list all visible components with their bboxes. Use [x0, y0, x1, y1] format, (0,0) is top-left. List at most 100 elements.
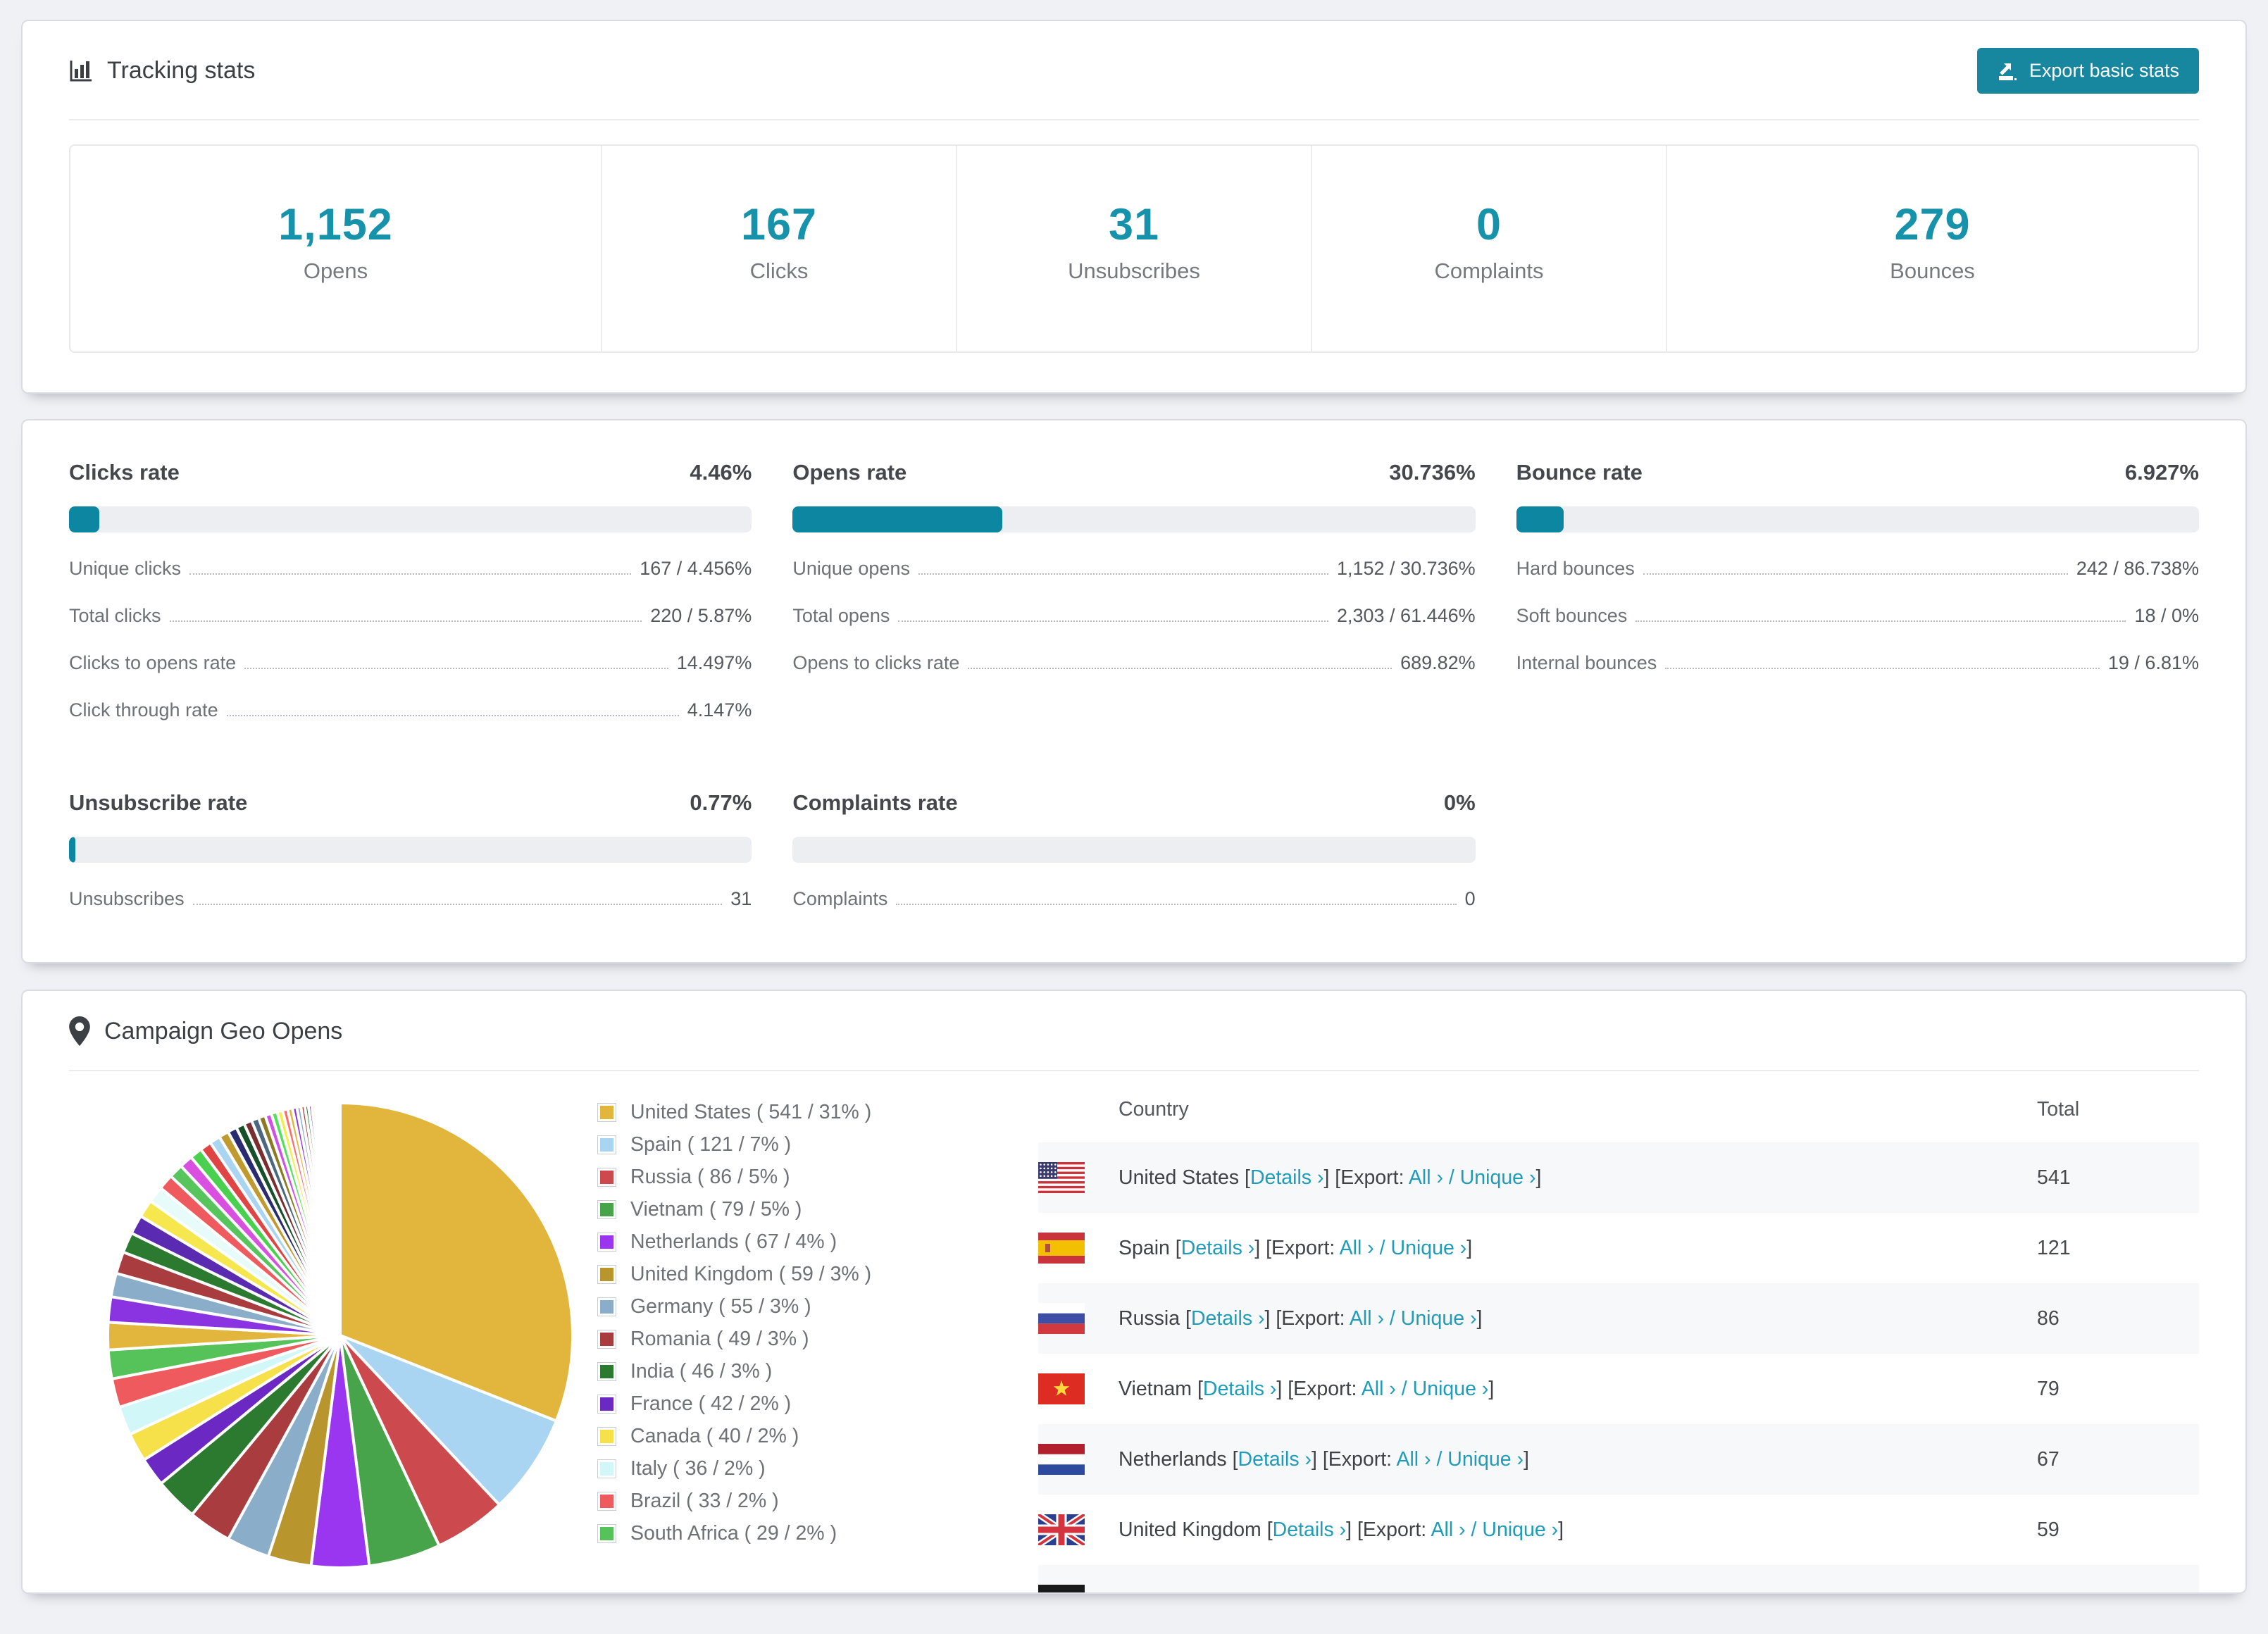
rate-title: Unsubscribe rate [69, 790, 248, 815]
rate-rows: Unique clicks 167 / 4.456% Total clicks 220… [69, 558, 752, 721]
export-all-link[interactable]: All › [1396, 1448, 1431, 1471]
dotted-leader [1635, 620, 2126, 622]
legend-item: Netherlands ( 67 / 4% ) [597, 1230, 1013, 1254]
link-separator: / [1443, 1166, 1460, 1189]
legend-item: South Africa ( 29 / 2% ) [597, 1522, 1013, 1545]
rate-panel-header: Complaints rate 0% [792, 790, 1475, 816]
export-unique-link[interactable]: Unique › [1391, 1237, 1467, 1259]
stat-cell-bounces: 279 Bounces [1666, 146, 2198, 351]
legend-item: Brazil ( 33 / 2% ) [597, 1490, 1013, 1513]
rate-row: Unique clicks 167 / 4.456% [69, 558, 752, 580]
legend-item: France ( 42 / 2% ) [597, 1392, 1013, 1416]
bar-chart-icon [70, 60, 92, 81]
export-unique-link[interactable]: Unique › [1482, 1518, 1558, 1541]
country-cell: Vietnam [Details ›] [Export: All › / Uni… [1119, 1377, 1495, 1400]
dotted-leader [968, 668, 1392, 669]
rate-row-value: 689.82% [1400, 652, 1476, 673]
rate-row-label: Hard bounces [1516, 558, 1635, 579]
rate-row: Unique opens 1,152 / 30.736% [792, 558, 1475, 580]
export-all-link[interactable]: All › [1409, 1166, 1443, 1189]
link-separator: / [1373, 1236, 1391, 1259]
stat-value: 1,152 [278, 200, 393, 249]
legend-swatch [597, 1135, 616, 1154]
campaign-geo-opens-card: Campaign Geo Opens United States ( 541 /… [21, 990, 2247, 1594]
legend-label: Germany ( 55 / 3% ) [630, 1295, 811, 1318]
rate-progress-bar [1516, 506, 2199, 532]
export-unique-link[interactable]: Unique › [1460, 1166, 1536, 1189]
details-link[interactable]: Details › [1191, 1307, 1265, 1330]
legend-swatch [597, 1492, 616, 1511]
stat-value: 0 [1476, 200, 1502, 249]
country-cell: United Kingdom [Details ›] [Export: All … [1119, 1518, 1564, 1541]
rate-row-value: 31 [730, 888, 752, 909]
legend-item: India ( 46 / 3% ) [597, 1360, 1013, 1383]
legend-label: Spain ( 121 / 7% ) [630, 1133, 792, 1156]
rate-title: Bounce rate [1516, 460, 1643, 485]
legend-item: United Kingdom ( 59 / 3% ) [597, 1263, 1013, 1286]
rate-row: Complaints 0 [792, 888, 1475, 910]
dotted-leader [192, 904, 723, 905]
legend-label: Romania ( 49 / 3% ) [630, 1328, 809, 1350]
legend-swatch [597, 1524, 616, 1543]
export-all-link[interactable]: All › [1431, 1518, 1466, 1541]
geo-table-body: United States [Details ›] [Export: All ›… [1038, 1142, 2199, 1592]
dotted-leader [1665, 668, 2100, 669]
details-link[interactable]: Details › [1181, 1237, 1255, 1259]
table-row: United Kingdom [Details ›] [Export: All … [1038, 1495, 2199, 1565]
rate-value: 30.736% [1389, 460, 1476, 485]
country-cell: Russia [Details ›] [Export: All › / Uniq… [1119, 1306, 1483, 1330]
legend-swatch [597, 1200, 616, 1219]
legend-item: Italy ( 36 / 2% ) [597, 1457, 1013, 1480]
export-all-link[interactable]: All › [1362, 1378, 1396, 1400]
rate-row-label: Click through rate [69, 699, 218, 721]
rate-row: Total clicks 220 / 5.87% [69, 605, 752, 627]
rate-value: 0.77% [690, 790, 752, 815]
legend-item: Vietnam ( 79 / 5% ) [597, 1198, 1013, 1221]
total-value: 79 [2037, 1377, 2060, 1400]
details-link[interactable]: Details › [1273, 1518, 1347, 1541]
legend-swatch [597, 1330, 616, 1349]
country-cell: Netherlands [Details ›] [Export: All › /… [1119, 1447, 1529, 1471]
rate-row-label: Unique clicks [69, 558, 182, 579]
export-all-link[interactable]: All › [1340, 1237, 1374, 1259]
table-row: United States [Details ›] [Export: All ›… [1038, 1142, 2199, 1213]
geo-table-header: Country Total [1038, 1077, 2199, 1142]
table-row: Netherlands [Details ›] [Export: All › /… [1038, 1424, 2199, 1495]
stat-cell-complaints: 0 Complaints [1311, 146, 1666, 351]
rate-panel-header: Bounce rate 6.927% [1516, 460, 2199, 485]
dotted-leader [244, 668, 668, 669]
legend-swatch [597, 1459, 616, 1478]
details-link[interactable]: Details › [1250, 1166, 1324, 1189]
export-unique-link[interactable]: Unique › [1413, 1378, 1489, 1400]
rate-row-label: Internal bounces [1516, 652, 1657, 673]
details-link[interactable]: Details › [1238, 1448, 1312, 1471]
legend-label: Brazil ( 33 / 2% ) [630, 1490, 779, 1512]
export-basic-stats-button[interactable]: Export basic stats [1976, 48, 2199, 94]
rate-row-label: Total opens [792, 605, 890, 626]
legend-label: South Africa ( 29 / 2% ) [630, 1522, 837, 1545]
rate-progress-bar [69, 837, 752, 863]
export-unique-link[interactable]: Unique › [1447, 1448, 1524, 1471]
details-link[interactable]: Details › [1203, 1378, 1277, 1400]
table-row: Spain [Details ›] [Export: All › / Uniqu… [1038, 1213, 2199, 1283]
rate-panel-unsubscribe-rate: Unsubscribe rate 0.77% Unsubscribes 31 [69, 790, 752, 910]
stat-cell-clicks: 167 Clicks [601, 146, 956, 351]
rate-title: Complaints rate [792, 790, 958, 815]
rate-row-value: 1,152 / 30.736% [1336, 558, 1476, 579]
rate-row-value: 2,303 / 61.446% [1336, 605, 1476, 626]
export-unique-link[interactable]: Unique › [1401, 1307, 1477, 1330]
rate-rows: Unique opens 1,152 / 30.736% Total opens 2,… [792, 558, 1475, 674]
export-all-link[interactable]: All › [1350, 1307, 1384, 1330]
page-title: Tracking stats [69, 57, 255, 85]
total-value: 67 [2037, 1447, 2060, 1471]
legend-swatch [597, 1427, 616, 1446]
rate-progress-fill [1516, 506, 1564, 532]
stat-cell-opens: 1,152 Opens [70, 146, 601, 351]
pie-slice[interactable] [337, 1102, 342, 1337]
rate-row-value: 242 / 86.738% [2076, 558, 2199, 579]
rate-row: Hard bounces 242 / 86.738% [1516, 558, 2199, 580]
dotted-leader [226, 715, 679, 716]
rate-row-label: Unsubscribes [69, 888, 185, 909]
rate-progress-bar [69, 506, 752, 532]
pie-chart [69, 1071, 597, 1582]
